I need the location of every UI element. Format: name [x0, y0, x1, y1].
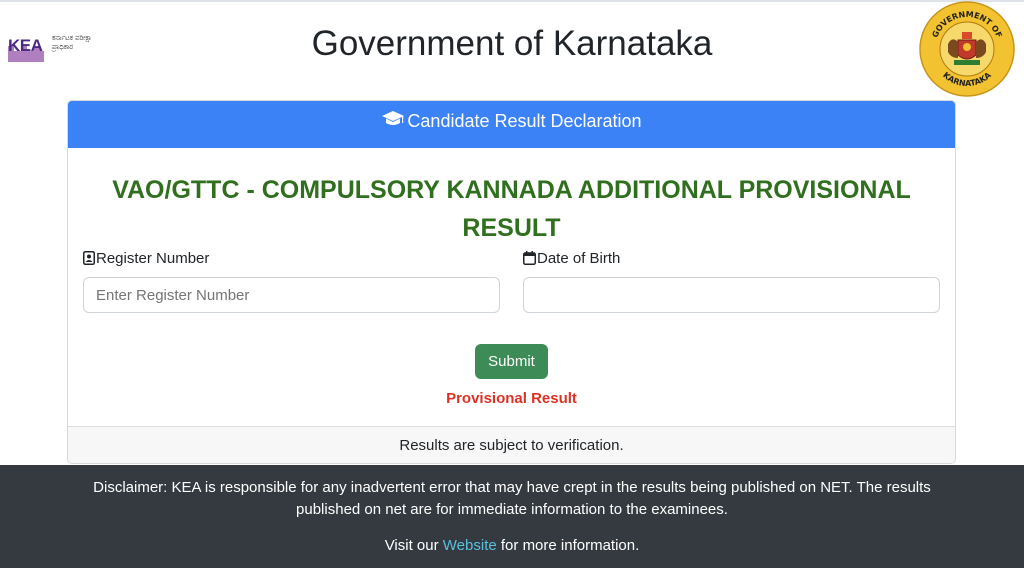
submit-button[interactable]: Submit — [475, 344, 548, 379]
disclaimer-text: Disclaimer: KEA is responsible for any i… — [93, 479, 931, 518]
provisional-result-label: Provisional Result — [446, 390, 577, 407]
visit-suffix: for more information. — [500, 537, 640, 554]
id-card-icon — [83, 251, 95, 265]
card-header: Candidate Result Declaration — [68, 101, 955, 148]
disclaimer-footer: Disclaimer: KEA is responsible for any i… — [0, 465, 1024, 568]
result-card: Candidate Result Declaration VAO/GTTC - … — [67, 100, 956, 464]
date-of-birth-input[interactable] — [523, 277, 940, 313]
graduation-cap-icon — [381, 102, 405, 142]
register-number-label: Register Number — [83, 250, 209, 267]
card-header-title: Candidate Result Declaration — [407, 111, 642, 131]
visit-line: Visit our Website for more information. — [0, 537, 1024, 554]
register-number-input[interactable] — [83, 277, 500, 313]
card-footer: Results are subject to verification. — [68, 426, 955, 463]
date-of-birth-label-text: Date of Birth — [537, 250, 621, 267]
page-title: Government of Karnataka — [311, 24, 713, 63]
website-link[interactable]: Website — [443, 537, 497, 554]
karnataka-emblem: GOVERNMENT OF KARNATAKA — [919, 1, 1015, 97]
register-number-label-text: Register Number — [96, 250, 210, 267]
date-of-birth-label: Date of Birth — [523, 250, 620, 267]
result-title: VAO/GTTC - COMPULSORY KANNADA ADDITIONAL… — [112, 176, 911, 242]
visit-prefix: Visit our — [384, 537, 439, 554]
calendar-icon — [523, 251, 536, 265]
page-header: KEA ಕರ್ನಾಟಕ ಪರೀಕ್ಷಾ ಪ್ರಾಧಿಕಾರ Government… — [0, 0, 1024, 97]
